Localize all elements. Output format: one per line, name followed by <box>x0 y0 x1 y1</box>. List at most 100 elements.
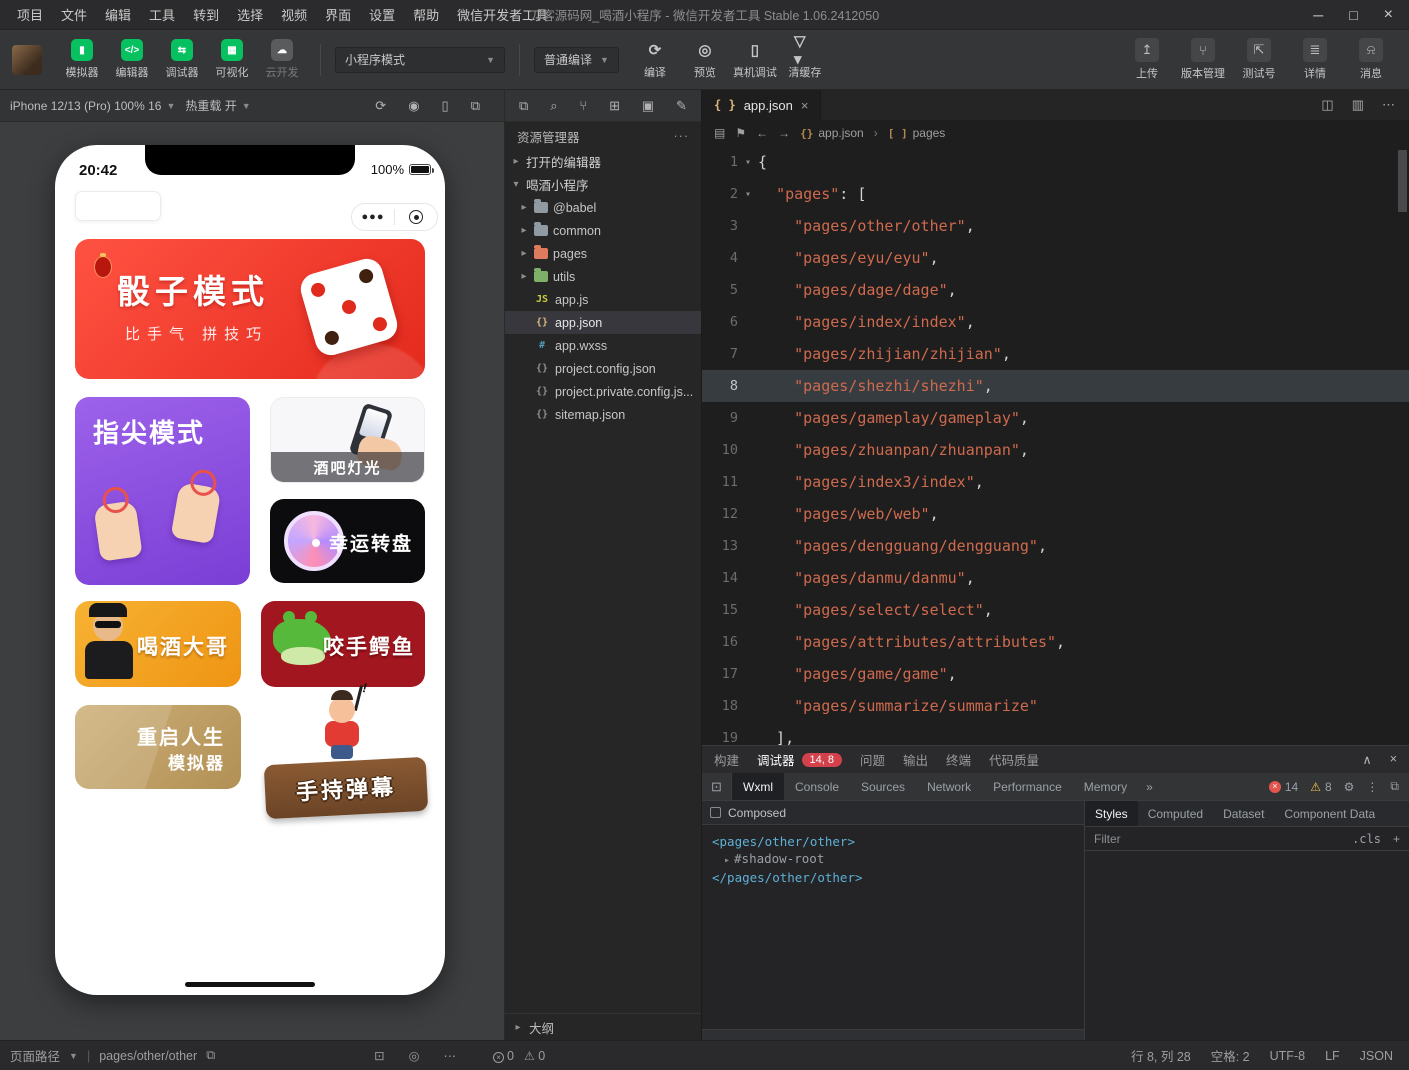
hot-reload-toggle[interactable]: 热重载 开 ▼ <box>185 97 250 114</box>
mode-select[interactable]: 小程序模式 ▼ <box>335 47 505 73</box>
more-icon[interactable]: ⋯ <box>444 1048 457 1063</box>
page-path-label[interactable]: 页面路径 <box>10 1046 60 1065</box>
card-crocodile[interactable]: 咬手鳄鱼 <box>261 601 425 687</box>
fold-chevron-icon[interactable]: ▾ <box>738 189 758 200</box>
code-line-11[interactable]: 11 "pages/index3/index", <box>702 466 1409 498</box>
section-project[interactable]: ▾ 喝酒小程序 <box>505 173 701 196</box>
inspect-element-icon[interactable]: ⊡ <box>702 773 732 800</box>
menu-item-5[interactable]: 选择 <box>228 5 272 24</box>
devtools-tab-memory[interactable]: Memory <box>1073 773 1138 800</box>
statusbar-indent-setting[interactable]: 空格: 2 <box>1211 1046 1250 1065</box>
rotate-icon[interactable]: ⟳ <box>375 98 386 114</box>
code-line-15[interactable]: 15 "pages/select/select", <box>702 594 1409 626</box>
toolbar-testid-button[interactable]: ⇱测试号 <box>1233 38 1285 81</box>
wxml-tag-node[interactable]: </pages/other/other> <box>712 869 1074 886</box>
code-line-13[interactable]: 13 "pages/dengguang/dengguang", <box>702 530 1409 562</box>
menu-item-6[interactable]: 视频 <box>272 5 316 24</box>
minimize-button[interactable]: ─ <box>1313 7 1323 23</box>
code-line-7[interactable]: 7 "pages/zhijian/zhijian", <box>702 338 1409 370</box>
device-frame-icon[interactable]: ▯ <box>442 98 449 114</box>
code-line-19[interactable]: 19 ], <box>702 722 1409 745</box>
tree-item-project.config.json[interactable]: {}project.config.json <box>505 357 701 380</box>
scrollbar-thumb[interactable] <box>1398 150 1407 212</box>
toolbar-cloud-button[interactable]: ☁云开发 <box>258 39 306 80</box>
tree-item-pages[interactable]: ▸pages <box>505 242 701 265</box>
toolbar-compile-button[interactable]: ⟳编译 <box>631 39 679 80</box>
menu-item-7[interactable]: 界面 <box>316 5 360 24</box>
code-line-17[interactable]: 17 "pages/game/game", <box>702 658 1409 690</box>
toolbar-version-button[interactable]: ⑂版本管理 <box>1177 38 1229 81</box>
code-line-6[interactable]: 6 "pages/index/index", <box>702 306 1409 338</box>
tree-item-@babel[interactable]: ▸@babel <box>505 196 701 219</box>
code-line-2[interactable]: 2▾ "pages": [ <box>702 178 1409 210</box>
card-restart-life[interactable]: 重启人生 模拟器 <box>75 705 241 789</box>
open-changes-icon[interactable]: ◫ <box>1321 97 1333 113</box>
devtools-tab-console[interactable]: Console <box>784 773 850 800</box>
card-bar-light[interactable]: 酒吧灯光 <box>270 397 425 483</box>
menu-item-2[interactable]: 编辑 <box>96 5 140 24</box>
forward-icon[interactable]: → <box>778 126 790 140</box>
code-line-3[interactable]: 3 "pages/other/other", <box>702 210 1409 242</box>
menu-item-8[interactable]: 设置 <box>360 5 404 24</box>
code-line-10[interactable]: 10 "pages/zhuanpan/zhuanpan", <box>702 434 1409 466</box>
menu-item-3[interactable]: 工具 <box>140 5 184 24</box>
code-line-16[interactable]: 16 "pages/attributes/attributes", <box>702 626 1409 658</box>
statusbar-cursor-position[interactable]: 行 8, 列 28 <box>1131 1046 1191 1065</box>
kebab-menu-icon[interactable]: ⋮ <box>1366 780 1378 794</box>
source-control-icon[interactable]: ⑂ <box>579 98 587 113</box>
tree-item-app.json[interactable]: {}app.json <box>505 311 701 334</box>
menu-item-0[interactable]: 项目 <box>8 5 52 24</box>
format-icon[interactable]: ✎ <box>676 98 687 114</box>
toolbar-debugger-button[interactable]: ⇆调试器 <box>158 39 206 80</box>
code-line-5[interactable]: 5 "pages/dage/dage", <box>702 274 1409 306</box>
section-open-editors[interactable]: ▸ 打开的编辑器 <box>505 150 701 173</box>
tree-item-common[interactable]: ▸common <box>505 219 701 242</box>
toolbar-messages-button[interactable]: ⍾消息 <box>1345 38 1397 81</box>
cls-toggle-button[interactable]: .cls <box>1352 832 1381 846</box>
new-file-icon[interactable]: ⧉ <box>519 98 528 114</box>
avatar[interactable] <box>12 45 42 75</box>
debugger-tab-代码质量[interactable]: 代码质量 <box>989 750 1039 769</box>
split-editor-icon[interactable]: ▥ <box>1352 97 1364 113</box>
code-line-4[interactable]: 4 "pages/eyu/eyu", <box>702 242 1409 274</box>
close-button[interactable]: × <box>1384 6 1393 24</box>
code-line-14[interactable]: 14 "pages/danmu/danmu", <box>702 562 1409 594</box>
toolbar-preview-button[interactable]: ◎预览 <box>681 39 729 80</box>
visibility-icon[interactable]: ◎ <box>409 1048 420 1063</box>
wxml-tag-node[interactable]: <pages/other/other> <box>712 833 1074 850</box>
tree-item-app.js[interactable]: JSapp.js <box>505 288 701 311</box>
tree-item-utils[interactable]: ▸utils <box>505 265 701 288</box>
dock-side-icon[interactable]: ⧉ <box>1390 779 1399 794</box>
debug-window-icon[interactable]: ⊡ <box>374 1048 384 1063</box>
warning-count[interactable]: ⚠ 8 <box>1310 780 1331 794</box>
code-line-8[interactable]: 8 "pages/shezhi/shezhi", <box>702 370 1409 402</box>
tab-app-json[interactable]: { } app.json × <box>702 90 821 120</box>
statusbar-eol-setting[interactable]: LF <box>1325 1049 1340 1063</box>
code-line-9[interactable]: 9 "pages/gameplay/gameplay", <box>702 402 1409 434</box>
tree-item-app.wxss[interactable]: #app.wxss <box>505 334 701 357</box>
breadcrumb-symbol[interactable]: [ ] pages <box>888 126 946 140</box>
toolbar-upload-button[interactable]: ↥上传 <box>1121 38 1173 81</box>
explorer-more-button[interactable]: ··· <box>674 129 690 143</box>
record-icon[interactable]: ◉ <box>408 98 419 114</box>
dice-mode-banner[interactable]: 骰子模式 比手气 拼技巧 <box>75 239 425 379</box>
card-lucky-wheel[interactable]: 幸运转盘 <box>270 499 425 583</box>
styles-tab-styles[interactable]: Styles <box>1085 801 1138 826</box>
code-line-1[interactable]: 1▾{ <box>702 146 1409 178</box>
menu-item-4[interactable]: 转到 <box>184 5 228 24</box>
menu-item-1[interactable]: 文件 <box>52 5 96 24</box>
bookmark-icon[interactable]: ⚑ <box>735 126 746 140</box>
debugger-tab-问题[interactable]: 问题 <box>860 750 885 769</box>
devtools-tab-sources[interactable]: Sources <box>850 773 916 800</box>
nav-placeholder[interactable] <box>75 191 161 221</box>
expand-arrow-icon[interactable]: ▸ <box>724 855 730 866</box>
styles-tab-computed[interactable]: Computed <box>1138 801 1213 826</box>
fold-chevron-icon[interactable]: ▾ <box>738 157 758 168</box>
capsule-home-button[interactable] <box>395 210 437 224</box>
breadcrumb-file[interactable]: {} app.json <box>800 126 864 140</box>
debugger-tab-终端[interactable]: 终端 <box>946 750 971 769</box>
shadow-root-node[interactable]: ▸#shadow-root <box>712 850 1074 869</box>
debugger-tab-输出[interactable]: 输出 <box>903 750 928 769</box>
composed-checkbox[interactable] <box>710 807 721 818</box>
debugger-tab-调试器[interactable]: 调试器14, 8 <box>757 750 842 769</box>
